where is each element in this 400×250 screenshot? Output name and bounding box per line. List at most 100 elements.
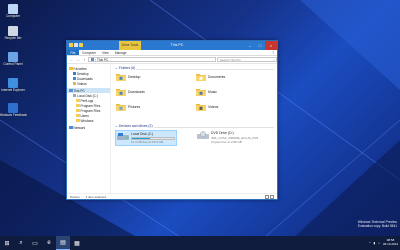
forward-icon[interactable]: → [75,57,80,62]
drive-tile[interactable]: DVD Drive (D:) JM1_CCSA_X86FRE_EN-US_DV9 0… [196,130,259,145]
folder-name: Music [208,90,217,94]
search-input[interactable]: Search This PC ⌕ [217,56,277,63]
selection-count: 1 item selected [85,194,106,199]
desktop-icon-item[interactable]: Control Panel [2,52,24,67]
title-bar[interactable]: Drive Tools This PC – □ × [67,41,277,50]
folder-icon [76,114,80,117]
folders-group-header[interactable]: ⌄ Folders (6) [115,66,135,70]
start-button[interactable]: ⊞ [0,236,14,250]
explorer-window[interactable]: Drive Tools This PC – □ × File Computer Vi… [66,40,278,200]
folder-icon[interactable] [69,43,73,47]
nav-item-label: This PC [73,88,85,93]
window-controls: – □ × [245,41,277,50]
folder-tile[interactable]: Videos [196,103,218,111]
group-divider [136,68,274,69]
dvd-drive-icon [197,131,209,140]
desktop-icon [72,72,76,75]
drive-info: DVD Drive (D:) JM1_CCSA_X86FRE_EN-US_DV9 0… [211,131,258,144]
desktop-icon-item[interactable]: Computer [2,4,24,19]
nav-item-label: Users [80,113,89,118]
drive-free-space: JM1_CCSA_X86FRE_EN-US_DV9 [211,135,259,140]
quick-access-toolbar [69,43,83,47]
content-area: ⌄ Folders (6) Desktop Documents Downloads M… [112,64,277,193]
ribbon-tab-manage[interactable]: Manage [112,50,130,55]
folder-name: Downloads [128,90,145,94]
folder-tile[interactable]: Desktop [116,73,140,81]
documents-folder-icon [196,73,206,81]
system-tray: ^ ▮ ◖ 08:58 06.10.2014 [369,236,398,250]
details-view-icon[interactable] [265,195,269,199]
volume-icon[interactable]: ◖ [378,241,380,245]
properties-icon[interactable] [74,43,78,47]
drive-usage-bar [131,136,175,140]
maximize-button[interactable]: □ [255,41,265,50]
local-disk-icon [117,132,129,141]
nav-item-label: Program Files [80,108,101,113]
ribbon-tab-file[interactable]: File [67,50,79,55]
videos-icon [72,82,76,85]
nav-item[interactable]: Network [67,125,110,130]
folder-tile[interactable]: Pictures [116,103,140,111]
folders-heading: Folders (6) [118,66,136,70]
navigation-pane: Favorites Desktop Downloads Videos This PC Lo… [67,64,111,193]
folder-name: Documents [208,75,226,79]
music-folder-icon [196,88,206,96]
new-folder-icon[interactable] [79,43,83,47]
ribbon-tab-view[interactable]: View [99,50,112,55]
file-explorer-icon[interactable]: ▤ [56,236,70,250]
folder-name: Videos [208,105,219,109]
help-icon[interactable]: ? [272,50,277,55]
folder-tile[interactable]: Music [196,88,217,96]
drives-group-header[interactable]: ⌄ Devices and drives (2) [115,124,153,128]
nav-item-label: Program Files [80,103,101,108]
collapse-icon: ⌄ [115,124,118,128]
desktop-icon-item[interactable]: Recycle Bin [2,26,24,41]
network-icon[interactable]: ▮ [374,241,376,245]
ribbon-tab-computer[interactable]: Computer [79,50,99,55]
drive-tile[interactable]: Local Disk (C:) 11.4 GB free of 19.5 GB [115,130,177,147]
recycle-bin-icon [8,26,18,36]
folder-tile[interactable]: Downloads [116,88,145,96]
folder-tile[interactable]: Documents [196,73,225,81]
desktop-icon-label: Recycle Bin [4,36,22,40]
pictures-folder-icon [116,103,126,111]
desktop-icon-label: Internet Explorer [1,88,25,92]
nav-item-label: PerfLogs [80,98,94,103]
tray-chevron-icon[interactable]: ^ [369,241,370,245]
task-view-icon[interactable]: ▭ [28,236,42,250]
close-button[interactable]: × [265,41,277,50]
drive-capacity: 0 bytes free of 2.85 GB [211,140,242,145]
address-field[interactable]: › This PC [88,56,216,63]
clock[interactable]: 08:58 06.10.2014 [383,239,398,246]
internet-explorer-icon[interactable]: e [42,236,56,250]
folder-name: Desktop [128,75,141,79]
collapse-icon: ⌄ [115,66,118,70]
breadcrumb-this-pc[interactable]: This PC [97,58,108,62]
breadcrumb-separator: › [94,57,96,62]
up-icon[interactable]: ↑ [82,57,87,62]
folder-name: Pictures [128,105,141,109]
desktop-icon-item[interactable]: Windows Feedback [0,103,27,118]
status-bar: 8 items 1 item selected [67,193,277,199]
drive-free-space: 11.4 GB free of 19.5 GB [131,140,163,145]
folder-icon [76,109,80,112]
internet-explorer-icon [8,78,18,88]
view-switcher [265,195,274,199]
search-icon[interactable]: ⌕ [14,236,28,250]
large-icons-view-icon[interactable] [270,195,274,199]
nav-item-label: Videos [77,81,87,86]
drive-icon [72,94,76,97]
desktop-icon-item[interactable]: Internet Explorer [1,78,25,93]
drive-name: DVD Drive (D:) [211,131,234,135]
pc-icon [90,58,94,61]
store-icon[interactable]: ▦ [70,236,84,250]
nav-item-label: Windows [80,118,94,123]
item-count: 8 items [70,194,80,199]
drive-tools-tab[interactable]: Drive Tools [119,41,141,50]
minimize-button[interactable]: – [245,41,255,50]
nav-item-label: Desktop [77,71,89,76]
back-icon[interactable]: ← [69,57,74,62]
star-icon [69,67,73,70]
desktop-folder-icon [116,73,126,81]
folder-icon [76,119,80,122]
